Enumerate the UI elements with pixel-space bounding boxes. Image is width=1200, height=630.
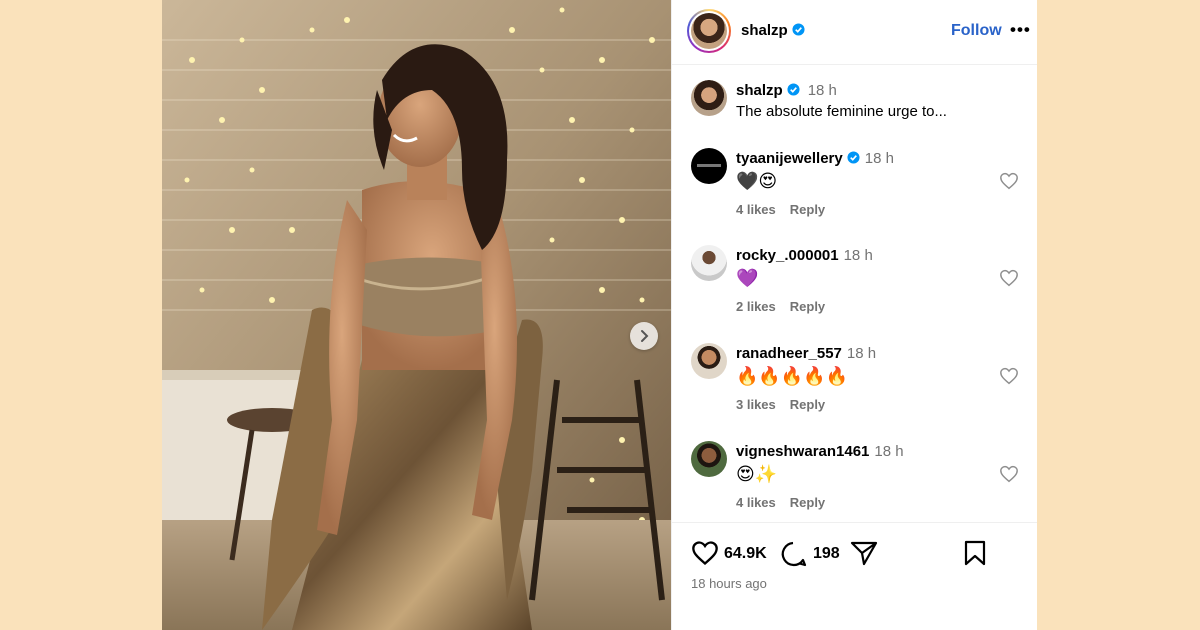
comment-time: 18 h (843, 247, 873, 264)
share-button[interactable] (850, 540, 878, 566)
verified-badge-icon (792, 23, 805, 36)
comment-reply-button[interactable]: Reply (790, 397, 825, 412)
comment-reply-button[interactable]: Reply (790, 495, 825, 510)
comment-reply-button[interactable]: Reply (790, 299, 825, 314)
like-button[interactable] (691, 540, 719, 566)
caption-time: 18 h (807, 82, 837, 99)
comment-item: tyaanijewellery 18 h 🖤😍 4 likes Reply (672, 148, 1037, 238)
post-header: shalzp Follow ••• (672, 0, 1037, 65)
post-actions-bar: 64.9K 198 18 hours ago (672, 522, 1037, 630)
author-avatar[interactable] (687, 9, 731, 53)
save-button[interactable] (963, 540, 987, 566)
verified-badge-icon (847, 151, 860, 164)
commenter-avatar[interactable] (691, 343, 727, 379)
comment-header: rocky_.000001 18 h (736, 247, 873, 264)
post-modal: shalzp Follow ••• shalzp 18 h The absolut… (162, 0, 1037, 630)
more-options-button[interactable]: ••• (1010, 20, 1031, 40)
author-username-text[interactable]: shalzp (741, 22, 788, 39)
comment-meta: 3 likes Reply (736, 397, 839, 412)
comment-reply-button[interactable]: Reply (790, 202, 825, 217)
comment-text: 🔥🔥🔥🔥🔥 (736, 366, 849, 386)
comment-header: vigneshwaran1461 18 h (736, 443, 904, 460)
comment-meta: 2 likes Reply (736, 299, 839, 314)
commenter-avatar[interactable] (691, 148, 727, 184)
comment-item: ranadheer_557 18 h 🔥🔥🔥🔥🔥 3 likes Reply (672, 343, 1037, 433)
comment-meta: 4 likes Reply (736, 495, 839, 510)
caption-username-text[interactable]: shalzp (736, 82, 783, 99)
commenter-username[interactable]: tyaanijewellery (736, 150, 843, 167)
commenter-username[interactable]: vigneshwaran1461 (736, 443, 869, 460)
comment-meta: 4 likes Reply (736, 202, 839, 217)
next-photo-button[interactable] (630, 322, 658, 350)
chevron-right-icon (641, 330, 649, 342)
comment-header: ranadheer_557 18 h (736, 345, 876, 362)
comment-likes[interactable]: 4 likes (736, 202, 776, 217)
commenter-avatar[interactable] (691, 441, 727, 477)
comment-time: 18 h (874, 443, 904, 460)
comment-likes[interactable]: 4 likes (736, 495, 776, 510)
commenter-username[interactable]: ranadheer_557 (736, 345, 842, 362)
comment-text: 💜 (736, 268, 759, 288)
comment-text: 😍✨ (736, 464, 778, 484)
comment-time: 18 h (846, 345, 877, 362)
comment-likes[interactable]: 2 likes (736, 299, 776, 314)
heart-icon[interactable] (999, 269, 1019, 287)
comment-button[interactable] (779, 540, 807, 568)
caption-username[interactable]: shalzp 18 h (736, 82, 837, 99)
comment-likes[interactable]: 3 likes (736, 397, 776, 412)
verified-badge-icon (787, 83, 800, 96)
posted-time: 18 hours ago (691, 576, 767, 591)
commenter-username[interactable]: rocky_.000001 (736, 247, 839, 264)
like-count[interactable]: 64.9K (724, 545, 767, 563)
comment-header: tyaanijewellery 18 h (736, 150, 894, 167)
comment-item: vigneshwaran1461 18 h 😍✨ 4 likes Reply (672, 441, 1037, 531)
heart-icon[interactable] (999, 465, 1019, 483)
comment-time: 18 h (864, 150, 894, 167)
heart-icon[interactable] (999, 172, 1019, 190)
caption-text: The absolute feminine urge to... (736, 103, 947, 120)
author-username[interactable]: shalzp (741, 22, 805, 39)
caption-avatar[interactable] (691, 80, 727, 116)
post-photo[interactable] (162, 0, 671, 630)
commenter-avatar[interactable] (691, 245, 727, 281)
comment-text: 🖤😍 (736, 171, 778, 191)
photo-illustration (162, 0, 671, 630)
heart-icon[interactable] (999, 367, 1019, 385)
post-side-panel: shalzp Follow ••• shalzp 18 h The absolut… (671, 0, 1037, 630)
comment-item: rocky_.000001 18 h 💜 2 likes Reply (672, 245, 1037, 335)
follow-button[interactable]: Follow (951, 22, 1002, 40)
comment-count[interactable]: 198 (813, 545, 840, 563)
